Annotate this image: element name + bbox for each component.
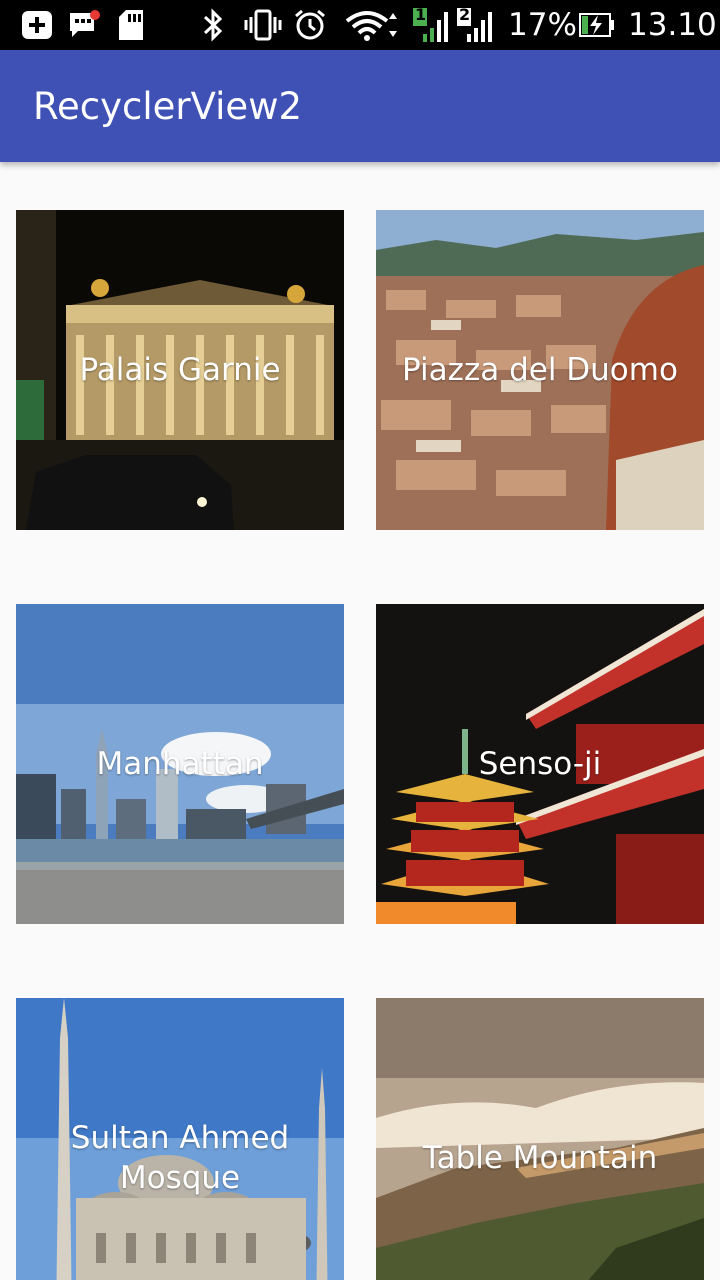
wifi-icon — [344, 9, 402, 41]
chat-bubble-icon — [66, 9, 104, 41]
sim1-label: 1 — [415, 5, 427, 24]
places-grid[interactable]: Palais Garnie Piazza del Duomo Manhattan… — [0, 162, 720, 1280]
alarm-icon — [292, 9, 328, 41]
battery-charging-icon — [578, 9, 616, 41]
place-name: Piazza del Duomo — [402, 352, 678, 388]
place-card-piazza-del-duomo[interactable]: Piazza del Duomo — [376, 210, 704, 530]
place-name: Manhattan — [96, 746, 264, 782]
vibrate-icon — [242, 9, 284, 41]
place-card-senso-ji[interactable]: Senso-ji — [376, 604, 704, 924]
signal-sim1-icon: 1 — [410, 5, 452, 42]
place-card-palais-garnier[interactable]: Palais Garnie — [16, 210, 344, 530]
battery-percent: 17% — [508, 7, 577, 43]
sim2-label: 2 — [459, 5, 471, 24]
place-name: Palais Garnie — [79, 352, 281, 388]
add-box-icon — [20, 9, 54, 41]
app-title: RecyclerView2 — [33, 85, 302, 128]
place-name: Sultan Ahmed Mosque — [70, 1120, 290, 1196]
place-name: Table Mountain — [422, 1140, 658, 1176]
signal-sim2-icon: 2 — [454, 5, 496, 42]
place-card-manhattan[interactable]: Manhattan — [16, 604, 344, 924]
bluetooth-icon — [198, 8, 228, 42]
place-card-table-mountain[interactable]: Table Mountain — [376, 998, 704, 1280]
sd-card-icon — [116, 9, 146, 41]
status-bar: 1 2 17% 13.10 — [0, 0, 720, 50]
place-card-sultan-ahmed-mosque[interactable]: Sultan Ahmed Mosque — [16, 998, 344, 1280]
place-name: Senso-ji — [478, 746, 602, 782]
app-bar: RecyclerView2 — [0, 50, 720, 162]
clock-time: 13.10 — [628, 7, 717, 43]
